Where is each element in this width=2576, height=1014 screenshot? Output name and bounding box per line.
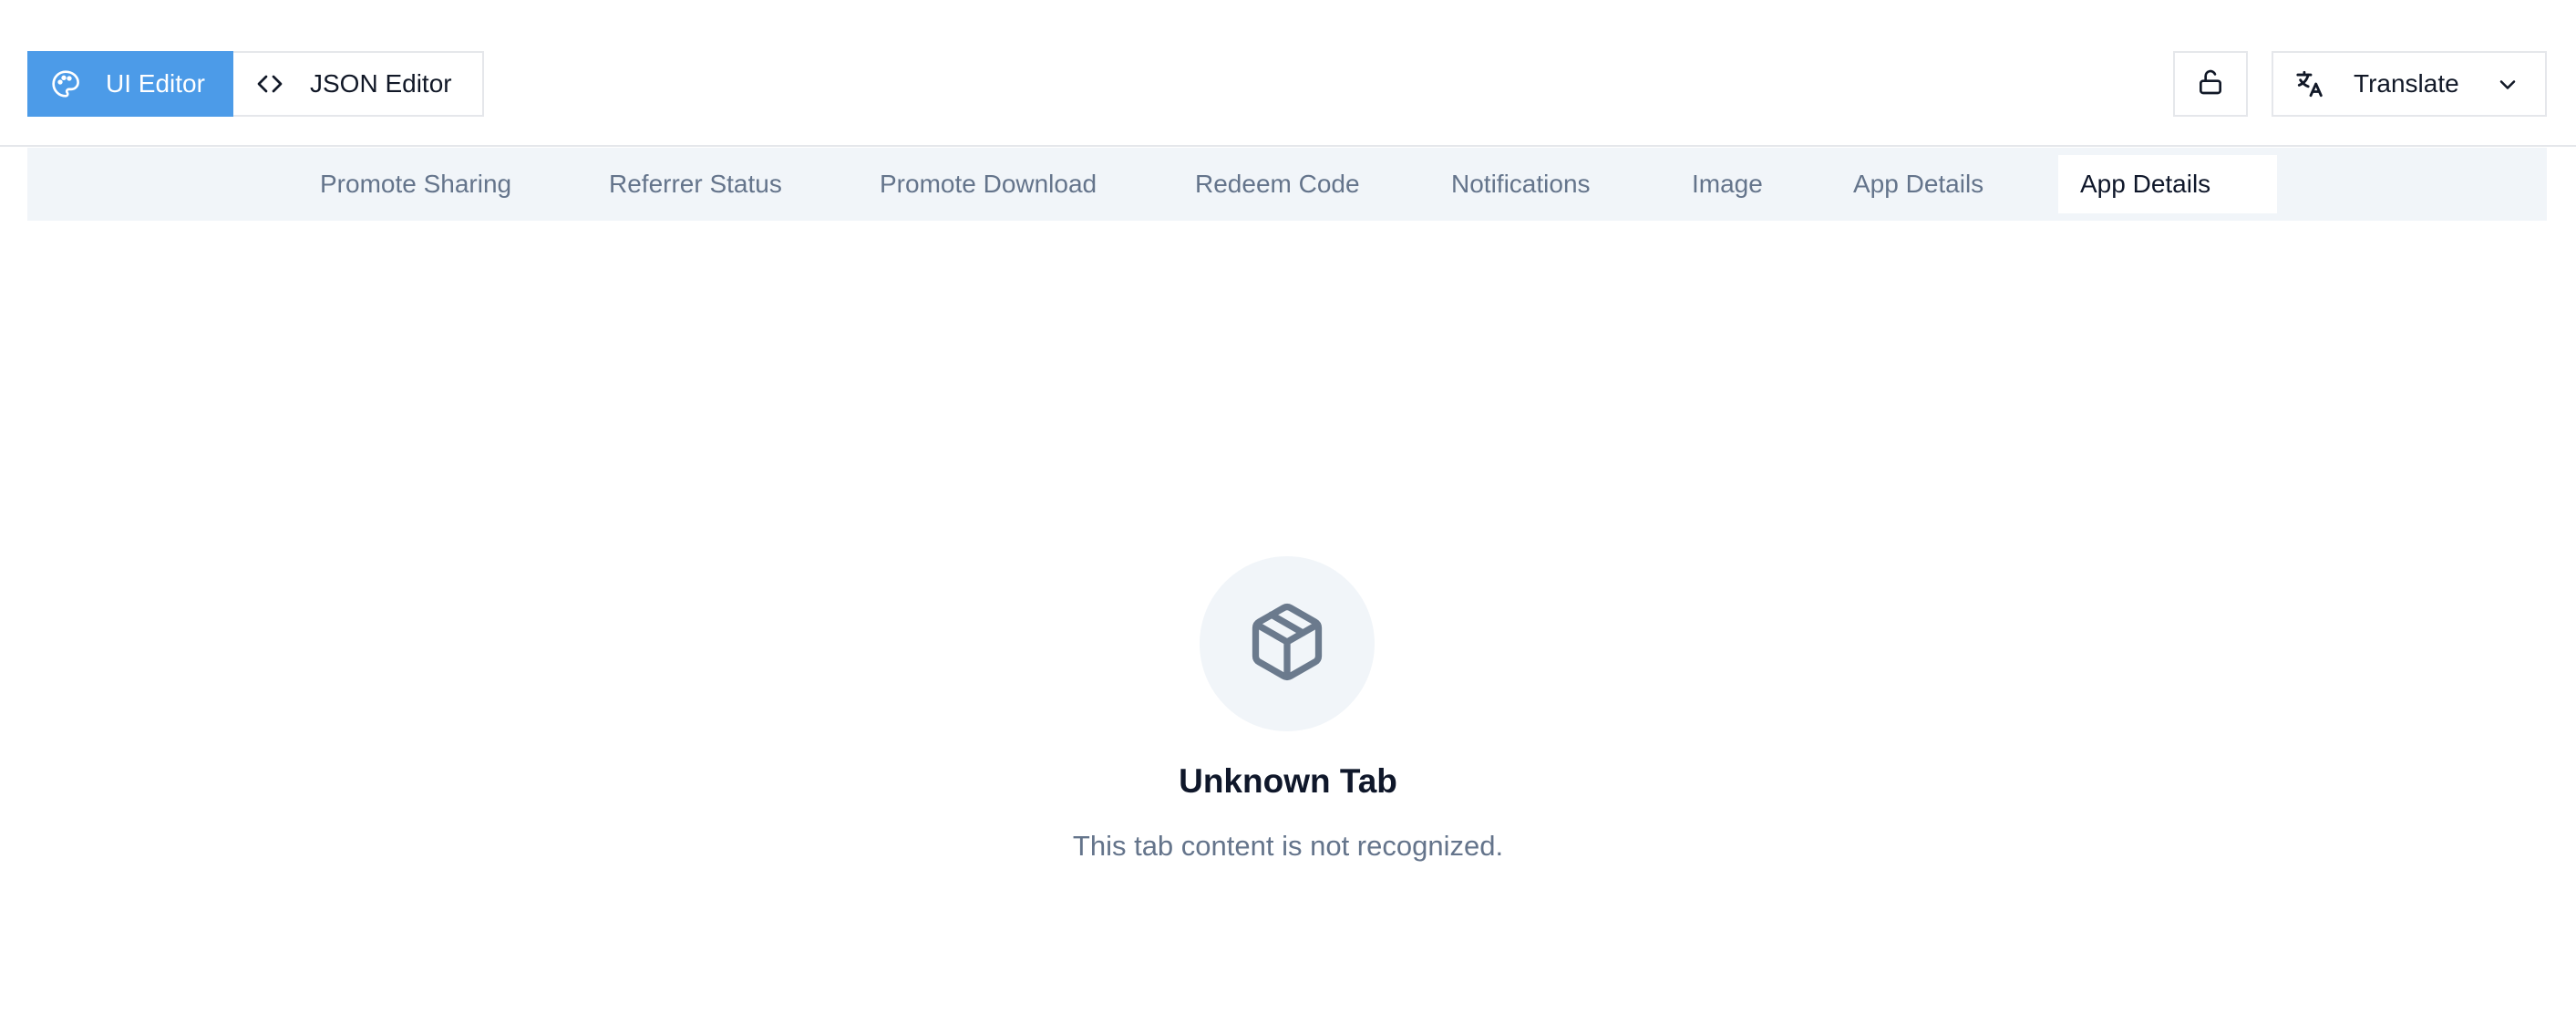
lock-button[interactable] (2173, 51, 2248, 117)
code-icon (253, 67, 286, 100)
ui-editor-button[interactable]: UI Editor (27, 51, 233, 117)
chevron-down-icon (2494, 71, 2521, 98)
tab-redeem-code[interactable]: Redeem Code (1195, 155, 1360, 213)
json-editor-label: JSON Editor (310, 69, 452, 98)
editor-mode-toggle: UI Editor JSON Editor (27, 51, 484, 117)
tab-app-details-active[interactable]: App Details (2058, 155, 2277, 213)
tab-notifications[interactable]: Notifications (1451, 155, 1591, 213)
tab-image[interactable]: Image (1692, 155, 1763, 213)
translate-label: Translate (2354, 69, 2459, 98)
tab-referrer-status[interactable]: Referrer Status (609, 155, 782, 213)
tab-promote-sharing[interactable]: Promote Sharing (320, 155, 511, 213)
empty-state-description: This tab content is not recognized. (1072, 830, 1504, 862)
tab-app-details[interactable]: App Details (1853, 155, 1984, 213)
translate-icon (2295, 68, 2326, 99)
ui-editor-label: UI Editor (106, 69, 205, 98)
json-editor-button[interactable]: JSON Editor (233, 51, 484, 117)
translate-dropdown[interactable]: Translate (2272, 51, 2547, 117)
unlock-icon (2196, 67, 2225, 101)
empty-state-title: Unknown Tab (1179, 762, 1397, 800)
palette-icon (49, 67, 82, 100)
empty-state-icon-circle (1200, 556, 1375, 731)
tab-promote-download[interactable]: Promote Download (880, 155, 1097, 213)
top-toolbar: UI Editor JSON Editor Translate (0, 0, 2576, 147)
tab-bar: Promote Sharing Referrer Status Promote … (27, 148, 2547, 221)
package-icon (1245, 600, 1329, 688)
